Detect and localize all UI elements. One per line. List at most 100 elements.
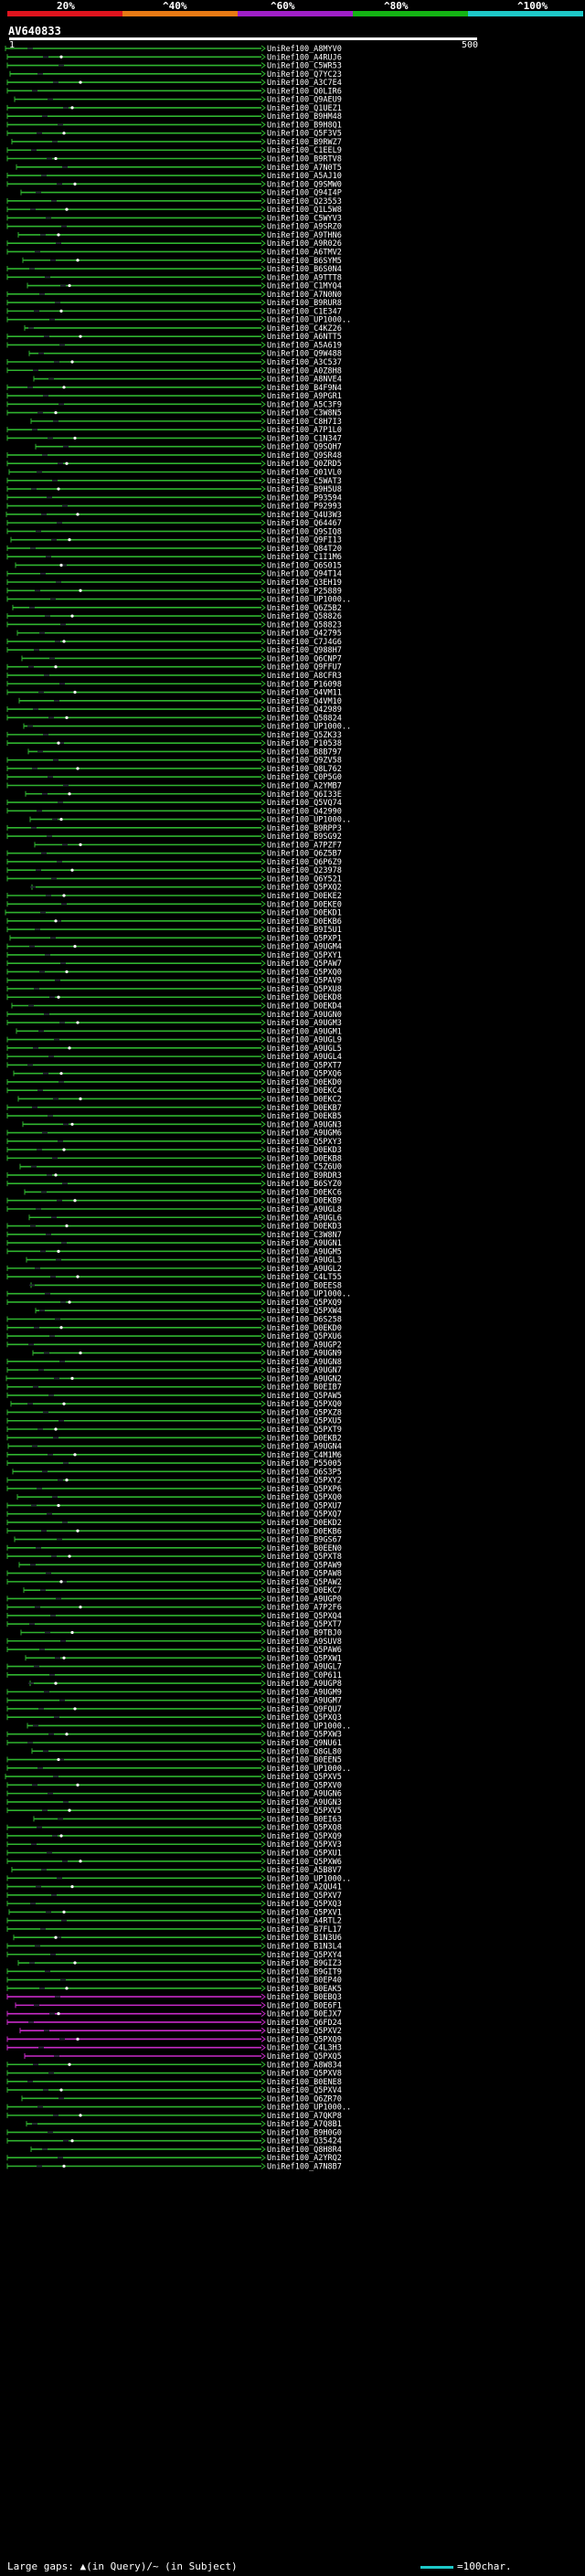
- hit-end-arrow: [261, 1366, 266, 1373]
- query-gap-marker: [79, 588, 82, 592]
- hit-end-arrow: [261, 1341, 266, 1348]
- query-gap-marker: [59, 1072, 63, 1076]
- hit-end-arrow: [261, 1316, 266, 1322]
- query-gap-marker: [79, 1351, 82, 1355]
- hit-end-arrow: [261, 578, 266, 586]
- hit-end-arrow: [261, 180, 266, 187]
- hit-end-arrow: [261, 2154, 266, 2161]
- hit-end-arrow: [261, 2061, 266, 2068]
- hit-end-arrow: [261, 2052, 266, 2060]
- hit-end-arrow: [261, 1713, 266, 1721]
- query-gap-marker: [62, 894, 66, 897]
- hit-end-arrow: [261, 265, 266, 272]
- hit-end-arrow: [261, 816, 266, 822]
- hit-end-arrow: [261, 1290, 266, 1298]
- hit-end-arrow: [261, 570, 266, 578]
- hit-end-arrow: [261, 739, 266, 747]
- hit-end-arrow: [261, 527, 266, 535]
- hit-end-arrow: [261, 1044, 266, 1052]
- hit-end-arrow: [261, 1858, 266, 1865]
- hit-end-arrow: [261, 1909, 266, 1915]
- hit-end-arrow: [261, 1739, 266, 1746]
- hit-end-arrow: [261, 697, 266, 705]
- query-gap-marker: [76, 1275, 80, 1278]
- hit-end-arrow: [261, 1502, 266, 1509]
- hit-end-arrow: [261, 587, 266, 594]
- footer-scale: =100char.: [420, 2560, 512, 2572]
- query-gap-marker: [54, 411, 58, 415]
- hit-end-arrow: [261, 536, 266, 544]
- hit-end-arrow: [261, 630, 266, 637]
- hit-end-arrow: [261, 291, 266, 298]
- hit-end-arrow: [261, 1807, 266, 1814]
- hit-end-arrow: [261, 87, 266, 94]
- hit-end-arrow: [261, 316, 266, 323]
- hit-end-arrow: [261, 620, 266, 628]
- query-gap-marker: [76, 2037, 80, 2041]
- hit-end-arrow: [261, 723, 266, 729]
- hit-end-arrow: [261, 1163, 266, 1171]
- query-gap-marker: [73, 1199, 77, 1203]
- hit-end-arrow: [261, 1070, 266, 1077]
- query-gap-marker: [70, 1376, 74, 1380]
- hit-end-arrow: [261, 1892, 266, 1899]
- hit-end-arrow: [261, 1917, 266, 1924]
- hit-end-arrow: [261, 1646, 266, 1653]
- hit-end-arrow: [261, 62, 266, 69]
- query-gap-marker: [68, 1046, 71, 1050]
- hit-end-arrow: [261, 926, 266, 933]
- hit-end-arrow: [261, 1977, 266, 1983]
- hit-end-arrow: [261, 342, 266, 348]
- hit-end-arrow: [261, 1900, 266, 1907]
- hit-end-arrow: [261, 206, 266, 213]
- query-gap-marker: [68, 538, 71, 542]
- hit-end-arrow: [261, 1781, 266, 1788]
- query-gap-marker: [65, 1733, 69, 1736]
- query-gap-marker: [73, 1707, 77, 1711]
- hit-end-arrow: [261, 511, 266, 518]
- hit-end-arrow: [261, 53, 266, 60]
- alignment-hits-chart: UniRef100_A8MYV0UniRef100_A4RUJ6UniRef10…: [5, 45, 351, 2172]
- hit-end-arrow: [261, 1866, 266, 1873]
- query-gap-marker: [57, 1249, 60, 1253]
- query-gap-marker: [59, 563, 63, 567]
- query-gap-marker: [57, 233, 60, 237]
- hit-end-arrow: [261, 104, 266, 111]
- hit-end-arrow: [261, 1197, 266, 1204]
- query-gap-marker: [57, 741, 60, 745]
- hit-end-arrow: [261, 1154, 266, 1161]
- hit-end-arrow: [261, 1790, 266, 1797]
- hit-end-arrow: [261, 1883, 266, 1890]
- hit-end-arrow: [261, 1104, 266, 1111]
- query-gap-marker: [57, 2012, 60, 2016]
- hit-end-arrow: [261, 324, 266, 332]
- query-gap-marker: [54, 156, 58, 161]
- hit-end-arrow: [261, 493, 266, 501]
- hit-end-arrow: [261, 485, 266, 493]
- hit-label[interactable]: UniRef100_A7N8B7: [267, 2163, 342, 2172]
- hit-end-arrow: [261, 1129, 266, 1136]
- query-gap-marker: [57, 995, 60, 999]
- hit-end-arrow: [261, 866, 266, 874]
- hit-end-arrow: [261, 1053, 266, 1060]
- hit-end-arrow: [261, 892, 266, 899]
- query-gap-marker: [79, 1860, 82, 1863]
- footer-scale-label: =100char.: [457, 2560, 512, 2572]
- hit-end-arrow: [261, 1638, 266, 1645]
- hit-end-arrow: [261, 680, 266, 687]
- hit-end-arrow: [261, 850, 266, 857]
- hit-end-arrow: [261, 1062, 266, 1068]
- query-gap-marker: [76, 1783, 80, 1786]
- hit-end-arrow: [261, 1409, 266, 1415]
- hit-end-arrow: [261, 138, 266, 145]
- hit-end-arrow: [261, 553, 266, 560]
- hit-end-arrow: [261, 993, 266, 1001]
- hit-end-arrow: [261, 519, 266, 526]
- query-gap-marker: [70, 614, 74, 618]
- hit-end-arrow: [261, 215, 266, 221]
- hit-end-arrow: [261, 426, 266, 433]
- query-gap-marker: [68, 1300, 71, 1304]
- hit-end-arrow: [261, 638, 266, 645]
- query-gap-marker: [79, 80, 82, 84]
- hit-end-arrow: [261, 1985, 266, 1992]
